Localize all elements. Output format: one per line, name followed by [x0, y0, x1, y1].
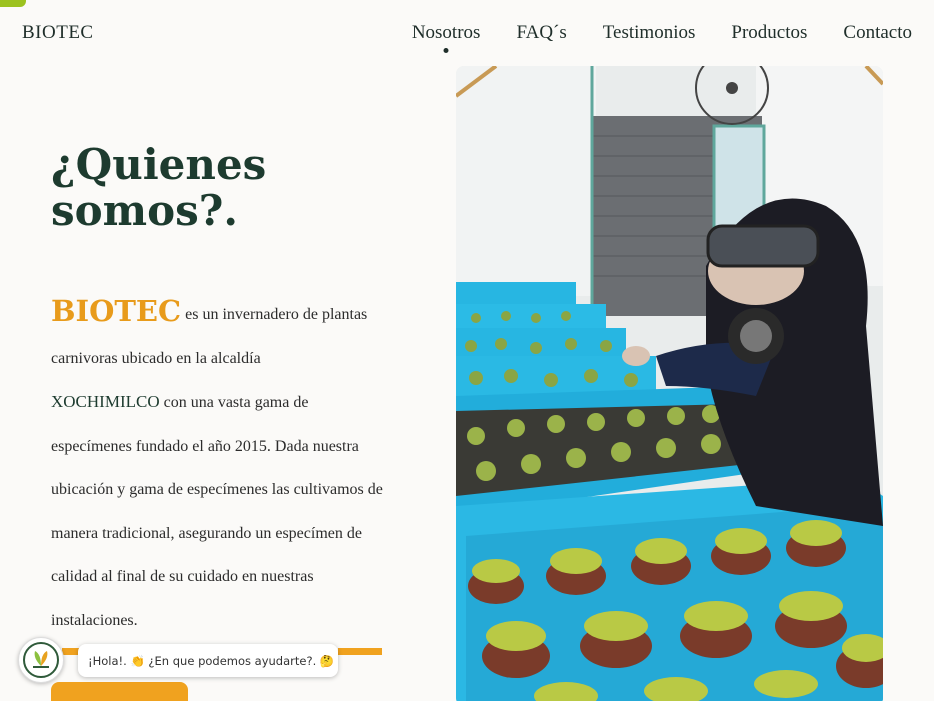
nav-item-testimonios[interactable]: Testimonios: [603, 22, 696, 44]
about-text-part-2: con una vasta gama de especímenes fundad…: [51, 394, 383, 629]
site-logo[interactable]: BIOTEC: [22, 22, 94, 44]
nav-item-contacto[interactable]: Contacto: [843, 22, 912, 44]
biotec-logo-icon: [23, 642, 59, 678]
nav-item-nosotros[interactable]: Nosotros: [412, 22, 481, 44]
location-name: XOCHIMILCO: [51, 392, 160, 411]
greenhouse-photo-illustration: [456, 66, 883, 701]
page-title: ¿Quienes somos?.: [51, 142, 381, 234]
brand-highlight: BIOTEC: [51, 294, 182, 328]
nav-item-productos[interactable]: Productos: [731, 22, 807, 44]
title-line-1: ¿Quienes: [51, 140, 267, 189]
decorative-bar-right: [338, 648, 382, 655]
title-line-2: somos?.: [51, 186, 238, 235]
cta-button[interactable]: [51, 682, 188, 701]
main-nav: Nosotros FAQ´s Testimonios Productos Con…: [412, 22, 912, 44]
chat-avatar[interactable]: [18, 637, 64, 683]
about-paragraph: BIOTEC es un invernadero de plantas carn…: [51, 290, 391, 642]
nav-item-faqs[interactable]: FAQ´s: [516, 22, 566, 44]
hero-photo: [456, 66, 883, 701]
top-accent-bar: [0, 0, 26, 7]
chat-greeting-bubble[interactable]: ¡Hola!. 👏 ¿En que podemos ayudarte?. 🤔: [78, 644, 338, 677]
